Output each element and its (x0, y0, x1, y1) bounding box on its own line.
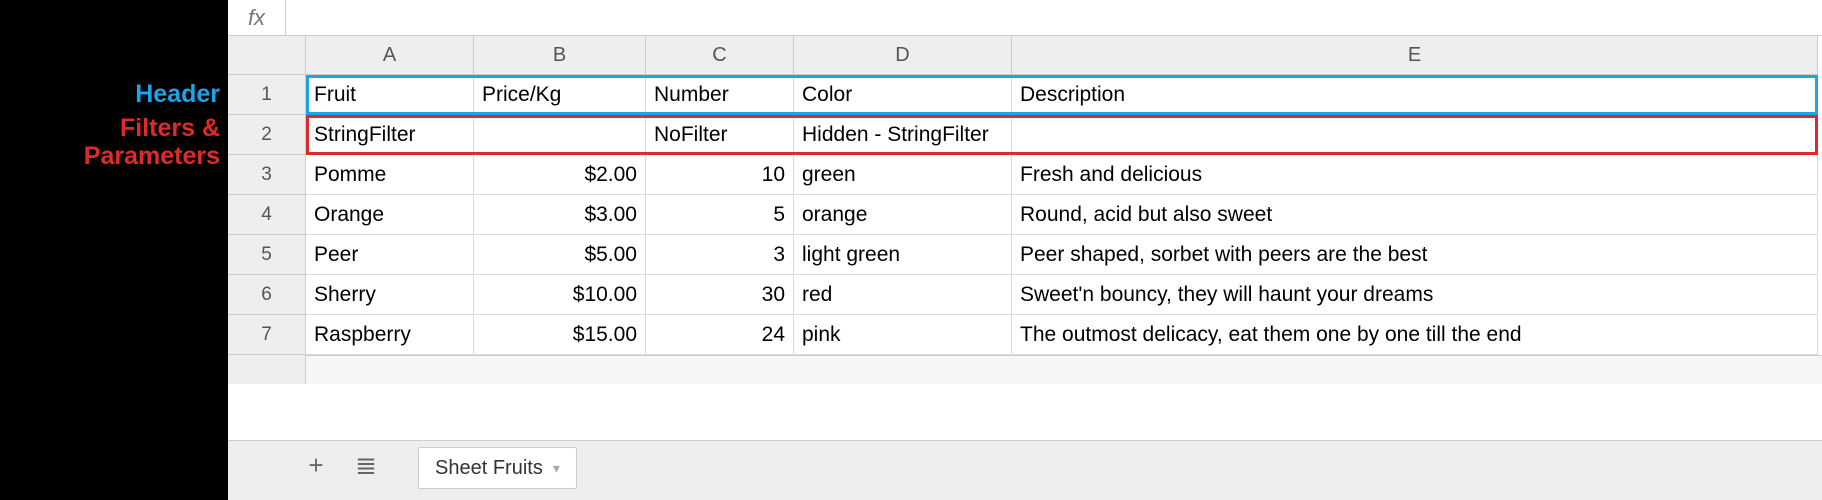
column-header-b[interactable]: B (474, 36, 646, 75)
cell[interactable]: 5 (646, 195, 794, 235)
cell[interactable]: red (794, 275, 1012, 315)
cell[interactable]: Fresh and delicious (1012, 155, 1818, 195)
formula-input[interactable] (286, 0, 1822, 35)
spreadsheet-grid[interactable]: ABCDE 1234567 FruitPrice/KgNumberColorDe… (228, 36, 1822, 384)
cell[interactable]: NoFilter (646, 115, 794, 155)
cell[interactable]: pink (794, 315, 1012, 355)
cell[interactable]: Hidden - StringFilter (794, 115, 1012, 155)
cell[interactable]: StringFilter (306, 115, 474, 155)
row-header-1[interactable]: 1 (228, 75, 306, 115)
cell[interactable]: 10 (646, 155, 794, 195)
column-header-e[interactable]: E (1012, 36, 1818, 75)
cell[interactable]: Sweet'n bouncy, they will haunt your dre… (1012, 275, 1818, 315)
add-sheet-button[interactable]: + (298, 447, 334, 483)
cell[interactable]: Number (646, 75, 794, 115)
select-all-box[interactable] (228, 36, 306, 75)
table-row: FruitPrice/KgNumberColorDescription (306, 75, 1818, 115)
cell[interactable]: The outmost delicacy, eat them one by on… (1012, 315, 1818, 355)
sheet-tab-bar: + ≣ Sheet Fruits ▾ (228, 440, 1822, 500)
formula-bar: fx (228, 0, 1822, 36)
table-row: StringFilter NoFilterHidden - StringFilte… (306, 115, 1818, 155)
cell[interactable]: Fruit (306, 75, 474, 115)
cell[interactable] (1012, 115, 1818, 155)
column-header-d[interactable]: D (794, 36, 1012, 75)
cell[interactable]: Round, acid but also sweet (1012, 195, 1818, 235)
sheet-tab[interactable]: Sheet Fruits ▾ (418, 447, 577, 489)
cell[interactable]: Description (1012, 75, 1818, 115)
grid-empty-area (228, 355, 1822, 384)
row-header-6[interactable]: 6 (228, 275, 306, 315)
cell[interactable]: 24 (646, 315, 794, 355)
table-row: Sherry$10.0030redSweet'n bouncy, they wi… (306, 275, 1818, 315)
column-header-c[interactable]: C (646, 36, 794, 75)
cell[interactable]: $2.00 (474, 155, 646, 195)
cell[interactable]: $10.00 (474, 275, 646, 315)
table-row: Orange$3.005orangeRound, acid but also s… (306, 195, 1818, 235)
row-header-2[interactable]: 2 (228, 115, 306, 155)
annotation-header: Header (0, 80, 220, 109)
sheet-tab-label: Sheet Fruits (435, 457, 543, 480)
cell[interactable]: orange (794, 195, 1012, 235)
cell[interactable]: Price/Kg (474, 75, 646, 115)
cell[interactable]: 30 (646, 275, 794, 315)
row-header-7[interactable]: 7 (228, 315, 306, 355)
cell[interactable]: $15.00 (474, 315, 646, 355)
table-row: Pomme$2.0010greenFresh and delicious (306, 155, 1818, 195)
table-row: Raspberry$15.0024pinkThe outmost delicac… (306, 315, 1818, 355)
fx-icon: fx (228, 0, 286, 35)
cell[interactable]: Raspberry (306, 315, 474, 355)
annotation-filters: Filters & Parameters (0, 115, 220, 170)
column-header-a[interactable]: A (306, 36, 474, 75)
cell[interactable]: 3 (646, 235, 794, 275)
row-header-3[interactable]: 3 (228, 155, 306, 195)
cell[interactable]: Peer (306, 235, 474, 275)
cell[interactable] (474, 115, 646, 155)
chevron-down-icon[interactable]: ▾ (553, 460, 560, 477)
cell[interactable]: Orange (306, 195, 474, 235)
row-header-5[interactable]: 5 (228, 235, 306, 275)
table-row: Peer$5.003light greenPeer shaped, sorbet… (306, 235, 1818, 275)
cell[interactable]: green (794, 155, 1012, 195)
cell[interactable]: Sherry (306, 275, 474, 315)
cell[interactable]: Peer shaped, sorbet with peers are the b… (1012, 235, 1818, 275)
cell[interactable]: $5.00 (474, 235, 646, 275)
cell[interactable]: Color (794, 75, 1012, 115)
grid-empty-row-head (228, 355, 306, 384)
cell[interactable]: Pomme (306, 155, 474, 195)
all-sheets-button[interactable]: ≣ (348, 447, 384, 483)
cell[interactable]: light green (794, 235, 1012, 275)
cell[interactable]: $3.00 (474, 195, 646, 235)
row-header-4[interactable]: 4 (228, 195, 306, 235)
